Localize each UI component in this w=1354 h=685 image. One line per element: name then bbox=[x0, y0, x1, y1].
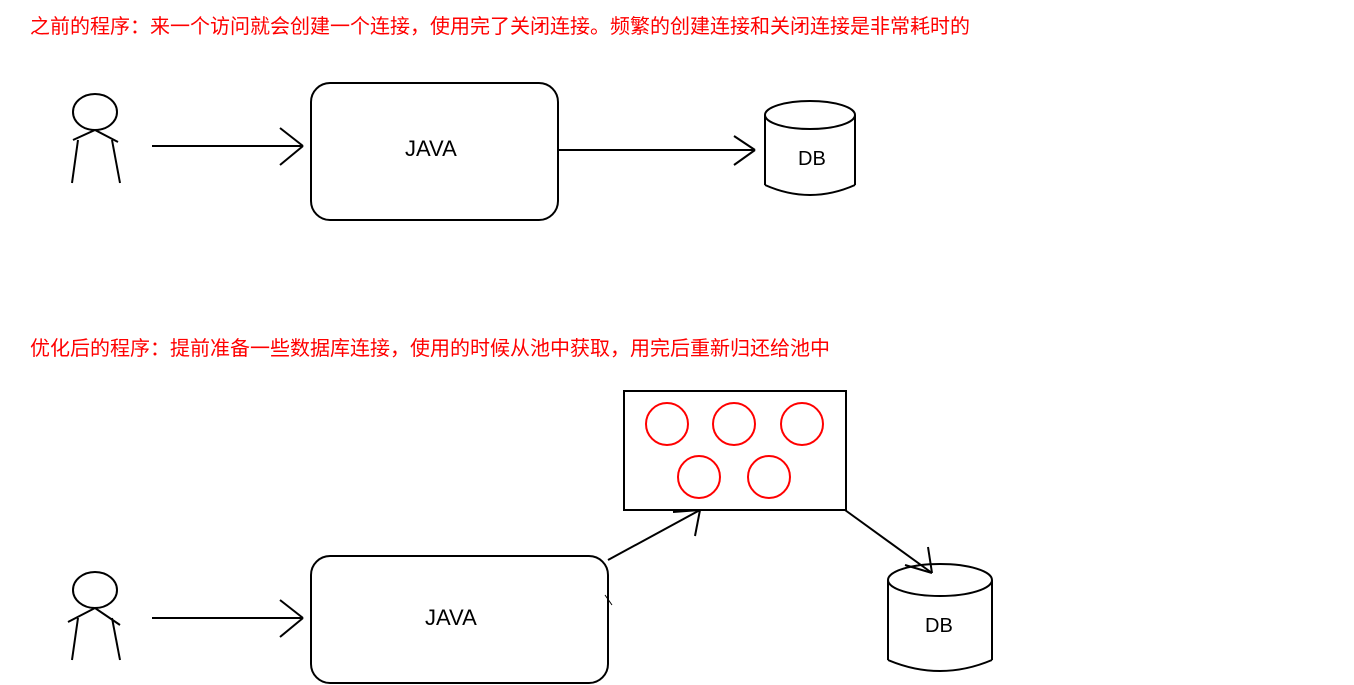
db-cylinder-2-icon bbox=[0, 0, 1354, 685]
db-label-2: DB bbox=[925, 615, 953, 638]
